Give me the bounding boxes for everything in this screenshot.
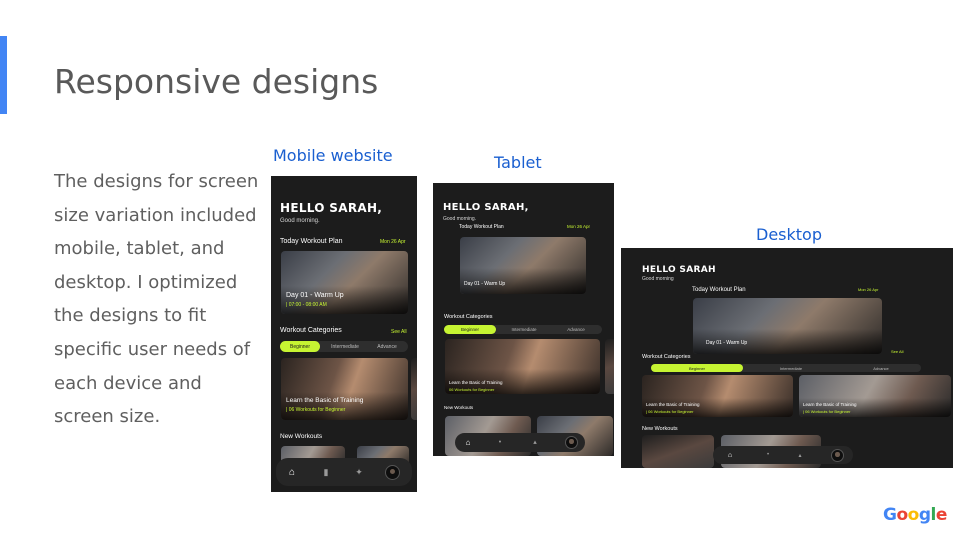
mobile-plan-date: Mon 26 Apr [380, 239, 406, 245]
mobile-mockup: HELLO SARAH, Good morning. Today Workout… [271, 176, 417, 492]
mobile-card-sub: | 06 Workouts for Beginner [286, 407, 346, 413]
tablet-mockup: HELLO SARAH, Good morning. Today Workout… [433, 183, 614, 456]
caption-mobile: Mobile website [273, 146, 393, 165]
tablet-plan-date: Mon 26 Apr [567, 224, 591, 229]
profile-icon[interactable] [565, 436, 578, 449]
dumbbell-icon[interactable]: ✦ [353, 466, 365, 478]
desktop-mockup: HELLO SARAH Good morning Today Workout P… [621, 248, 953, 468]
slide-title: Responsive designs [54, 62, 379, 101]
tab-beginner[interactable]: Beginner [444, 325, 496, 334]
tab-intermediate[interactable]: Intermediate [498, 325, 550, 334]
mobile-see-all[interactable]: See All [391, 329, 407, 335]
tablet-subgreeting: Good morning. [443, 216, 477, 222]
desktop-category-card-2[interactable]: Learn the Basic of Training | 06 Workout… [799, 375, 951, 417]
mobile-subgreeting: Good morning. [280, 218, 320, 224]
desktop-categories-title: Workout Categories [642, 354, 691, 360]
profile-icon[interactable] [831, 449, 844, 462]
desktop-bottom-nav: ⌂ • ▴ [713, 446, 853, 464]
slide-body: The designs for screen size variation in… [54, 171, 259, 428]
mobile-new-workouts-title: New Workouts [280, 433, 323, 440]
profile-icon[interactable] [385, 465, 400, 480]
mobile-category-tabs: Beginner Intermediate Advance [280, 341, 408, 352]
mobile-plan-photo[interactable]: Day 01 - Warm Up | 07:00 - 08:00 AM [281, 251, 408, 314]
tab-beginner[interactable]: Beginner [651, 364, 743, 372]
desktop-plan-title: Today Workout Plan [692, 287, 746, 293]
tablet-new-workouts-title: New Workouts [444, 405, 474, 410]
caption-tablet: Tablet [494, 153, 542, 172]
mobile-greeting: HELLO SARAH, [280, 201, 383, 215]
desktop-card2-title: Learn the Basic of Training [803, 402, 857, 407]
tab-advance[interactable]: Advance [550, 325, 602, 334]
tab-intermediate[interactable]: Intermediate [746, 364, 836, 372]
dumbbell-icon[interactable]: ▴ [530, 437, 540, 447]
mobile-plan-item: Day 01 - Warm Up [286, 292, 344, 299]
mobile-category-card[interactable]: Learn the Basic of Training | 06 Workout… [281, 358, 408, 420]
tab-beginner[interactable]: Beginner [280, 341, 320, 352]
tablet-plan-title: Today Workout Plan [459, 224, 504, 230]
tablet-category-card-next[interactable] [605, 339, 614, 394]
desktop-new-workouts-title: New Workouts [642, 426, 678, 432]
desktop-category-tabs: Beginner Intermediate Advance [651, 364, 921, 372]
accent-bar [0, 36, 7, 114]
tablet-card-title: Learn the Basic of Training [449, 380, 503, 385]
tablet-categories-title: Workout Categories [444, 314, 493, 320]
tablet-category-card[interactable]: Learn the Basic of Training 06 Workouts … [445, 339, 600, 394]
desktop-greeting: HELLO SARAH [642, 265, 716, 275]
google-logo: Google [883, 505, 947, 525]
tablet-card-sub: 06 Workouts for Beginner [449, 387, 495, 392]
mobile-categories-title: Workout Categories [280, 327, 342, 334]
chart-icon[interactable]: • [763, 450, 773, 460]
tablet-category-tabs: Beginner Intermediate Advance [444, 325, 602, 334]
dumbbell-icon[interactable]: ▴ [795, 450, 805, 460]
desktop-card2-sub: | 06 Workouts for Beginner [803, 409, 851, 414]
mobile-plan-title: Today Workout Plan [280, 238, 343, 245]
tablet-greeting: HELLO SARAH, [443, 202, 529, 213]
home-icon[interactable]: ⌂ [725, 450, 735, 460]
desktop-see-all[interactable]: See All [891, 349, 903, 354]
desktop-new-workout-1[interactable] [642, 435, 714, 468]
mobile-bottom-nav: ⌂ ▮ ✦ [276, 458, 412, 486]
desktop-category-card-1[interactable]: Learn the Basic of Training | 06 Workout… [642, 375, 793, 417]
tablet-plan-photo[interactable]: Day 01 - Warm Up [460, 237, 586, 294]
tablet-bottom-nav: ⌂ • ▴ [455, 433, 585, 452]
mobile-plan-time: | 07:00 - 08:00 AM [286, 302, 327, 308]
desktop-plan-date: Mon 26 Apr [858, 287, 879, 292]
tablet-plan-item: Day 01 - Warm Up [464, 281, 506, 287]
mobile-card-title: Learn the Basic of Training [286, 397, 364, 404]
home-icon[interactable]: ⌂ [286, 466, 298, 478]
caption-desktop: Desktop [756, 225, 822, 244]
mobile-category-card-next[interactable] [411, 358, 417, 420]
tab-intermediate[interactable]: Intermediate [325, 341, 365, 352]
tab-advance[interactable]: Advance [367, 341, 407, 352]
desktop-card-sub: | 06 Workouts for Beginner [646, 409, 694, 414]
desktop-card-title: Learn the Basic of Training [646, 402, 700, 407]
desktop-subgreeting: Good morning [642, 276, 674, 282]
chart-icon[interactable]: • [495, 437, 505, 447]
desktop-plan-photo[interactable]: Day 01 - Warm Up [693, 298, 882, 354]
chart-icon[interactable]: ▮ [320, 466, 332, 478]
home-icon[interactable]: ⌂ [463, 437, 473, 447]
desktop-plan-item: Day 01 - Warm Up [706, 340, 748, 346]
tab-advance[interactable]: Advance [841, 364, 921, 372]
